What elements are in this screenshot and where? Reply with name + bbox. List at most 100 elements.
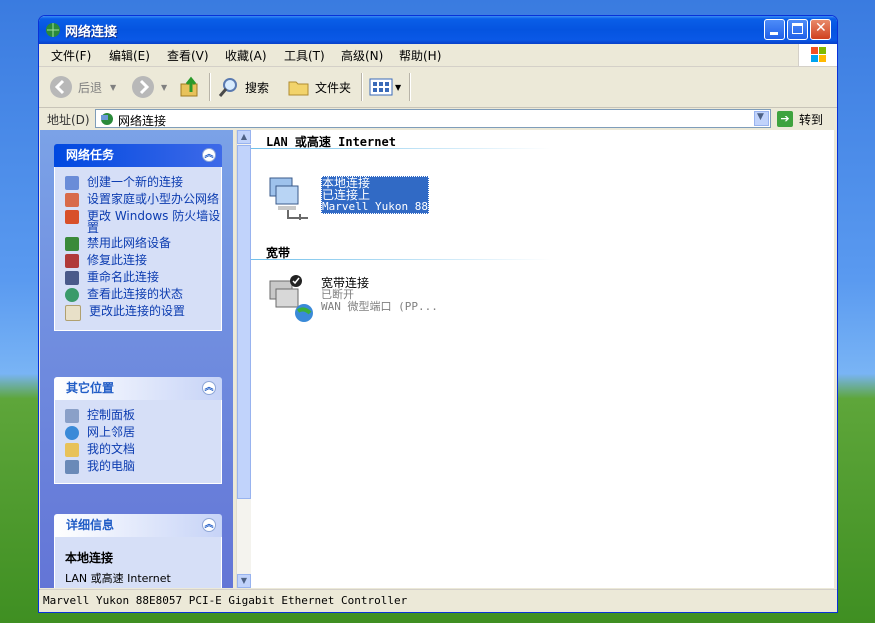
forward-arrow-icon bbox=[132, 76, 154, 98]
details-title: 详细信息 bbox=[66, 518, 115, 532]
broadband-connection-label: 宽带连接 已断开 WAN 微型端口 (PP... bbox=[321, 277, 438, 313]
broadband-connection-device: WAN 微型端口 (PP... bbox=[321, 300, 438, 313]
disable-device-icon bbox=[65, 237, 79, 251]
connections-list: LAN 或高速 Internet 本地连接 已连接上 Marvell Yukon… bbox=[251, 130, 834, 588]
my-documents-icon bbox=[65, 443, 79, 457]
details-header[interactable]: 详细信息 ︽ bbox=[54, 514, 222, 537]
control-panel-icon bbox=[65, 409, 79, 423]
collapse-chevron-icon[interactable]: ︽ bbox=[202, 518, 216, 532]
windows-logo bbox=[798, 44, 837, 66]
scroll-thumb[interactable] bbox=[237, 145, 251, 499]
forward-button[interactable]: ▼ bbox=[131, 74, 167, 100]
home-network-icon bbox=[65, 193, 79, 207]
windows-flag-icon bbox=[811, 47, 826, 62]
folder-up-icon bbox=[180, 76, 198, 97]
folders-label: 文件夹 bbox=[315, 80, 352, 95]
minimize-icon bbox=[770, 32, 778, 35]
menu-tools[interactable]: 工具(T) bbox=[284, 47, 325, 64]
network-tasks-body: 创建一个新的连接 设置家庭或小型办公网络 更改 Windows 防火墙设置 禁用… bbox=[54, 167, 222, 331]
back-label: 后退 bbox=[78, 80, 103, 95]
network-tasks-title: 网络任务 bbox=[66, 148, 115, 162]
repair-wrench-icon bbox=[65, 254, 79, 268]
close-button[interactable]: ✕ bbox=[810, 19, 831, 40]
back-arrow-icon bbox=[50, 76, 72, 98]
task-repair-connection[interactable]: 修复此连接 bbox=[65, 254, 221, 268]
up-button[interactable] bbox=[179, 74, 201, 100]
explorer-window: 网络连接 ✕ 文件(F) 编辑(E) 查看(V) 收藏(A) 工具(T) 高级(… bbox=[38, 15, 838, 613]
go-button[interactable]: ➔ 转到 bbox=[777, 109, 833, 129]
back-button[interactable]: 后退 ▼ bbox=[49, 74, 116, 100]
place-my-computer[interactable]: 我的电脑 bbox=[65, 460, 221, 474]
toolbar-separator bbox=[409, 73, 411, 101]
details-connection-type: LAN 或高速 Internet bbox=[65, 572, 171, 585]
menu-advanced[interactable]: 高级(N) bbox=[341, 47, 383, 64]
task-change-settings[interactable]: 更改此连接的设置 bbox=[65, 305, 221, 321]
back-dropdown-icon[interactable]: ▼ bbox=[110, 83, 116, 92]
maximize-icon bbox=[792, 23, 803, 34]
network-tasks-header[interactable]: 网络任务 ︽ bbox=[54, 144, 222, 167]
go-label: 转到 bbox=[799, 112, 824, 127]
local-connection-device: Marvell Yukon 88 bbox=[322, 200, 428, 213]
category-divider bbox=[251, 259, 551, 260]
menu-edit[interactable]: 编辑(E) bbox=[109, 47, 150, 64]
other-places-header[interactable]: 其它位置 ︽ bbox=[54, 377, 222, 400]
my-computer-icon bbox=[65, 460, 79, 474]
place-network-neighborhood[interactable]: 网上邻居 bbox=[65, 426, 221, 440]
minimize-button[interactable] bbox=[764, 19, 785, 40]
task-disable-device[interactable]: 禁用此网络设备 bbox=[65, 237, 221, 251]
network-tasks-panel: 网络任务 ︽ 创建一个新的连接 设置家庭或小型办公网络 更改 Windows 防… bbox=[54, 144, 222, 331]
task-create-connection[interactable]: 创建一个新的连接 bbox=[65, 176, 221, 190]
network-places-icon bbox=[65, 426, 79, 440]
menu-bar: 文件(F) 编辑(E) 查看(V) 收藏(A) 工具(T) 高级(N) 帮助(H… bbox=[39, 44, 837, 67]
views-button[interactable]: ▼ bbox=[369, 74, 401, 100]
scroll-up-button[interactable]: ▲ bbox=[237, 130, 251, 144]
task-pane-scrollbar[interactable]: ▲ ▼ bbox=[236, 130, 251, 588]
title-bar[interactable]: 网络连接 ✕ bbox=[39, 16, 837, 44]
task-view-status[interactable]: 查看此连接的状态 bbox=[65, 288, 221, 302]
network-connections-icon bbox=[46, 23, 60, 37]
folder-icon bbox=[288, 81, 309, 96]
category-divider bbox=[251, 148, 551, 149]
other-places-panel: 其它位置 ︽ 控制面板 网上邻居 我的文档 我的电脑 bbox=[54, 377, 222, 484]
menu-help[interactable]: 帮助(H) bbox=[399, 47, 441, 64]
task-firewall-settings[interactable]: 更改 Windows 防火墙设置 bbox=[65, 210, 221, 234]
task-pane: 网络任务 ︽ 创建一个新的连接 设置家庭或小型办公网络 更改 Windows 防… bbox=[40, 130, 233, 588]
toolbar-separator bbox=[209, 73, 211, 101]
collapse-chevron-icon[interactable]: ︽ bbox=[202, 148, 216, 162]
status-globe-icon bbox=[65, 288, 79, 302]
connection-local[interactable]: 本地连接 已连接上 Marvell Yukon 88 bbox=[266, 174, 466, 222]
address-bar: 地址(D) 网络连接 ▼ ➔ 转到 bbox=[39, 108, 837, 130]
task-setup-home-network[interactable]: 设置家庭或小型办公网络 bbox=[65, 193, 221, 207]
details-connection-name: 本地连接 bbox=[65, 551, 114, 565]
task-rename-connection[interactable]: 重命名此连接 bbox=[65, 271, 221, 285]
forward-dropdown-icon[interactable]: ▼ bbox=[161, 83, 167, 92]
chevron-down-icon: ▼ bbox=[757, 112, 764, 122]
toolbar-separator bbox=[361, 73, 363, 101]
connection-broadband[interactable]: 宽带连接 已断开 WAN 微型端口 (PP... bbox=[266, 275, 466, 323]
menu-favorites[interactable]: 收藏(A) bbox=[225, 47, 267, 64]
address-dropdown-button[interactable]: ▼ bbox=[754, 111, 769, 126]
place-control-panel[interactable]: 控制面板 bbox=[65, 409, 221, 423]
broadband-connection-icon bbox=[269, 275, 313, 322]
address-input[interactable]: 网络连接 ▼ bbox=[95, 109, 771, 128]
status-bar: Marvell Yukon 88E8057 PCI-E Gigabit Ethe… bbox=[39, 589, 837, 611]
menu-view[interactable]: 查看(V) bbox=[167, 47, 209, 64]
scroll-down-button[interactable]: ▼ bbox=[237, 574, 251, 588]
details-panel: 详细信息 ︽ 本地连接 LAN 或高速 Internet bbox=[54, 514, 222, 588]
views-dropdown-icon[interactable]: ▼ bbox=[395, 83, 401, 92]
menu-file[interactable]: 文件(F) bbox=[51, 47, 91, 64]
folders-button[interactable]: 文件夹 bbox=[287, 74, 351, 100]
toolbar: 后退 ▼ ▼ 搜索 文件夹 ▼ bbox=[39, 67, 837, 108]
lan-connection-icon bbox=[269, 177, 308, 220]
search-button[interactable]: 搜索 bbox=[217, 74, 269, 100]
go-arrow-icon: ➔ bbox=[777, 111, 793, 127]
other-places-title: 其它位置 bbox=[66, 381, 115, 395]
place-my-documents[interactable]: 我的文档 bbox=[65, 443, 221, 457]
other-places-body: 控制面板 网上邻居 我的文档 我的电脑 bbox=[54, 400, 222, 484]
window-title: 网络连接 bbox=[65, 25, 118, 40]
collapse-chevron-icon[interactable]: ︽ bbox=[202, 381, 216, 395]
firewall-icon bbox=[65, 210, 79, 224]
address-label: 地址(D) bbox=[47, 113, 90, 127]
maximize-button[interactable] bbox=[787, 19, 808, 40]
address-value: 网络连接 bbox=[118, 114, 167, 128]
